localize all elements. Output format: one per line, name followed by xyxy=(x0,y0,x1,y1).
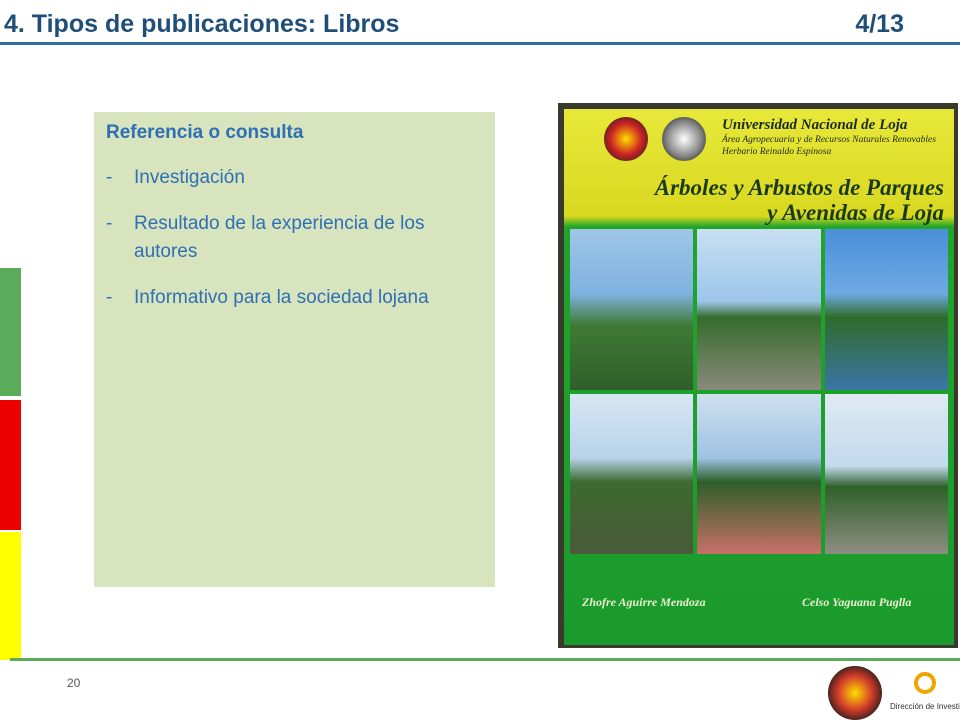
bullet-item: - Resultado de la experiencia de los auto… xyxy=(106,210,483,266)
cover-area: Área Agropecuaria y de Recursos Naturale… xyxy=(722,135,936,145)
side-bar-red xyxy=(0,400,21,530)
tree-photo xyxy=(824,393,948,554)
content-box: Referencia o consulta - Investigación - Re… xyxy=(94,112,495,587)
bullet-item: - Investigación xyxy=(106,164,483,192)
dash-marker: - xyxy=(106,287,113,308)
side-bar-yellow xyxy=(0,532,21,660)
research-logo-text: Dirección de Investigación xyxy=(890,702,960,711)
side-bar-green xyxy=(0,268,21,396)
bullet-item: - Informativo para la sociedad lojana xyxy=(106,284,483,312)
cover-author-1: Zhofre Aguirre Mendoza xyxy=(582,595,706,609)
cover-herbarium: Herbario Reinaldo Espinosa xyxy=(722,147,832,157)
tree-photo xyxy=(824,229,948,390)
cover-title-line2: y Avenidas de Loja xyxy=(767,200,944,225)
cover-title: Árboles y Arbustos de Parques y Avenidas… xyxy=(584,175,944,225)
book-cover: Universidad Nacional de Loja Área Agrope… xyxy=(564,109,954,645)
cover-title-line1: Árboles y Arbustos de Parques xyxy=(654,175,944,200)
title-divider xyxy=(0,42,960,45)
cover-photo-grid xyxy=(570,229,948,554)
page-number: 20 xyxy=(67,676,81,690)
herbarium-seal-icon xyxy=(662,117,706,161)
tree-photo xyxy=(570,393,694,554)
university-seal-icon xyxy=(604,117,648,161)
slide-title-text: 4. Tipos de publicaciones: Libros xyxy=(4,10,400,38)
bullet-list: - Investigación - Resultado de la experien… xyxy=(106,164,483,312)
tree-photo xyxy=(697,229,821,390)
cover-author-2: Celso Yaguana Puglla xyxy=(802,595,912,609)
dash-marker: - xyxy=(106,213,113,234)
book-cover-photo: Universidad Nacional de Loja Área Agrope… xyxy=(558,103,958,648)
dash-marker: - xyxy=(106,167,113,188)
slide-title: 4. Tipos de publicaciones: Libros 4/13 xyxy=(4,10,904,39)
content-heading: Referencia o consulta xyxy=(106,122,304,143)
cover-university: Universidad Nacional de Loja xyxy=(722,117,908,133)
bullet-text: Investigación xyxy=(134,167,245,188)
university-logo-icon xyxy=(828,666,882,720)
tree-photo xyxy=(697,393,821,554)
footer-divider xyxy=(10,658,960,661)
research-department-logo: Dirección de Investigación xyxy=(890,670,960,718)
tree-photo xyxy=(570,229,694,390)
bullet-text: Resultado de la experiencia de los autor… xyxy=(134,213,425,262)
cover-institution: Universidad Nacional de Loja Área Agrope… xyxy=(722,117,947,158)
research-logo-icon xyxy=(914,672,936,694)
slide-counter: 4/13 xyxy=(855,10,904,38)
bullet-text: Informativo para la sociedad lojana xyxy=(134,287,429,308)
